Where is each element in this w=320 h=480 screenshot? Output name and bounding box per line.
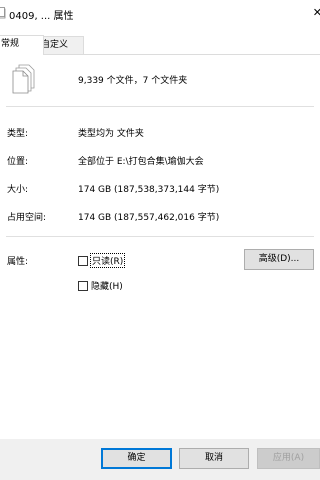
- size-value: 174 GB (187,538,373,144 字节): [78, 185, 220, 195]
- selection-summary: 9,339 个文件，7 个文件夹: [78, 76, 188, 86]
- location-value: 全部位于 E:\打包合集\瑜伽大会: [78, 157, 204, 167]
- type-label: 类型:: [7, 129, 29, 139]
- multiple-files-icon: [12, 64, 35, 94]
- readonly-label[interactable]: 只读(R): [89, 253, 126, 268]
- divider: [6, 106, 314, 107]
- disk-size-value: 174 GB (187,557,462,016 字节): [78, 213, 220, 223]
- disk-size-label: 占用空间:: [7, 213, 47, 223]
- tab-panel: [0, 54, 320, 440]
- window-title: 0409, ... 属性: [9, 11, 74, 22]
- location-label: 位置:: [7, 157, 29, 167]
- type-value: 类型均为 文件夹: [78, 129, 144, 139]
- hidden-checkbox[interactable]: [78, 281, 88, 291]
- readonly-checkbox[interactable]: [78, 256, 88, 266]
- cancel-button[interactable]: 取消: [179, 448, 249, 469]
- ok-button[interactable]: 确定: [101, 448, 172, 469]
- size-label: 大小:: [7, 185, 29, 195]
- dialog-footer: 确定 取消 应用(A): [0, 439, 320, 480]
- close-icon[interactable]: ✕: [313, 6, 320, 19]
- tab-strip: 常规 自定义: [0, 35, 320, 55]
- title-bar: 0409, ... 属性 ✕: [0, 0, 320, 28]
- advanced-button[interactable]: 高级(D)...: [244, 249, 314, 270]
- divider: [6, 236, 314, 237]
- apply-button[interactable]: 应用(A): [257, 448, 320, 469]
- folder-icon: [0, 7, 6, 19]
- tab-general[interactable]: 常规: [0, 35, 44, 55]
- hidden-label[interactable]: 隐藏(H): [91, 279, 123, 292]
- attributes-label: 属性:: [7, 257, 29, 267]
